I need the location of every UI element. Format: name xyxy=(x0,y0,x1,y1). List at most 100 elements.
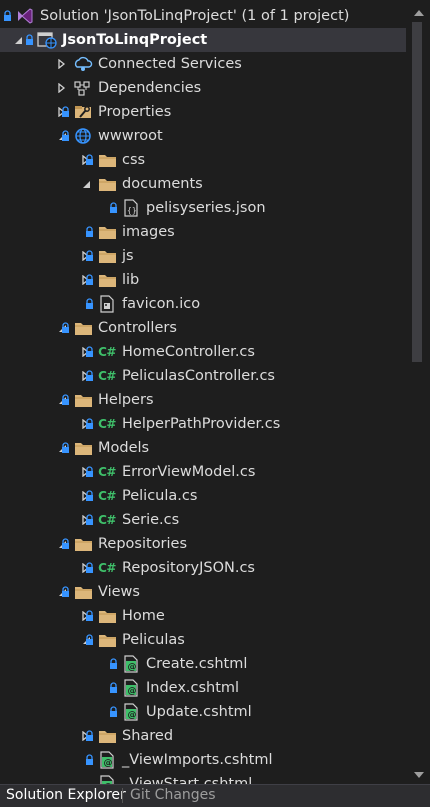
lock-icon xyxy=(84,148,94,172)
tree-item[interactable]: Dependencies xyxy=(0,76,406,100)
svg-text:@: @ xyxy=(104,759,113,769)
tree-item[interactable]: Shared xyxy=(0,724,406,748)
folder-icon xyxy=(96,220,118,244)
tab-solution-explorer[interactable]: Solution Explorer xyxy=(2,785,130,806)
lock-icon xyxy=(2,4,12,28)
lock-icon xyxy=(84,628,94,652)
tree-item-label: PeliculasController.cs xyxy=(122,368,275,384)
tree-item[interactable]: documents xyxy=(0,172,406,196)
tree-item[interactable]: Models xyxy=(0,436,406,460)
web-project-icon xyxy=(36,28,58,52)
tree-item-label: Shared xyxy=(122,728,174,744)
csharp-icon: C# xyxy=(98,561,116,575)
tree-item[interactable]: css xyxy=(0,148,406,172)
razor-file-icon: @ xyxy=(120,700,142,724)
tree-item-label: documents xyxy=(122,176,203,192)
svg-text:@: @ xyxy=(128,663,137,673)
lock-icon xyxy=(60,100,70,124)
tree-item[interactable]: C# Serie.cs xyxy=(0,508,406,532)
tree-item[interactable]: C# RepositoryJSON.cs xyxy=(0,556,406,580)
lock-icon xyxy=(84,484,94,508)
tree-item-label: Models xyxy=(98,440,150,456)
tree-item[interactable]: Controllers xyxy=(0,316,406,340)
tree-item[interactable]: images xyxy=(0,220,406,244)
tree-item[interactable]: Solution 'JsonToLinqProject' (1 of 1 pro… xyxy=(0,4,406,28)
tree-item[interactable]: {} pelisyseries.json xyxy=(0,196,406,220)
csharp-icon: C# xyxy=(98,513,116,527)
tree-item[interactable]: Views xyxy=(0,580,406,604)
json-file-icon: {} xyxy=(120,196,142,220)
tree-item[interactable]: @ _ViewStart.cshtml xyxy=(0,772,406,784)
tree-item-label: Create.cshtml xyxy=(146,656,248,672)
dependencies-icon xyxy=(72,76,94,100)
lock-icon xyxy=(84,244,94,268)
lock-icon xyxy=(84,364,94,388)
tree-item-label: Serie.cs xyxy=(122,512,180,528)
tree-item[interactable]: Peliculas xyxy=(0,628,406,652)
svg-text:{}: {} xyxy=(127,206,137,215)
tab-git-changes[interactable]: Git Changes xyxy=(126,785,220,806)
tree-item[interactable]: C# ErrorViewModel.cs xyxy=(0,460,406,484)
tree-item-label: HomeController.cs xyxy=(122,344,255,360)
tree-item-label: Views xyxy=(98,584,140,600)
connected-services-icon xyxy=(72,52,94,76)
tree-item[interactable]: Helpers xyxy=(0,388,406,412)
tree-item-label: Connected Services xyxy=(98,56,242,72)
tree-item[interactable]: @ Create.cshtml xyxy=(0,652,406,676)
lock-icon xyxy=(84,556,94,580)
collapsed-arrow-icon[interactable] xyxy=(56,52,68,76)
razor-file-icon: @ xyxy=(120,676,142,700)
tree-item-label: Home xyxy=(122,608,165,624)
tree-item[interactable]: wwwroot xyxy=(0,124,406,148)
scroll-up-arrow-icon[interactable] xyxy=(414,10,424,16)
folder-icon xyxy=(96,268,118,292)
tree-item-label: Properties xyxy=(98,104,172,120)
tree-item-label: RepositoryJSON.cs xyxy=(122,560,255,576)
folder-icon xyxy=(72,580,94,604)
tree-item[interactable]: C# HomeController.cs xyxy=(0,340,406,364)
tree-item[interactable]: Home xyxy=(0,604,406,628)
scrollbar-thumb[interactable] xyxy=(412,22,422,362)
razor-file-icon: @ xyxy=(120,652,142,676)
folder-icon xyxy=(96,172,118,196)
tree-item[interactable]: Connected Services xyxy=(0,52,406,76)
expanded-arrow-icon[interactable] xyxy=(12,28,24,52)
tree-item[interactable]: Properties xyxy=(0,100,406,124)
tab-divider xyxy=(122,788,123,803)
solution-tree[interactable]: Solution 'JsonToLinqProject' (1 of 1 pro… xyxy=(0,4,406,784)
tree-item-label: images xyxy=(122,224,175,240)
svg-text:@: @ xyxy=(128,711,137,721)
folder-icon xyxy=(96,244,118,268)
expanded-arrow-icon[interactable] xyxy=(80,172,92,196)
lock-icon xyxy=(108,196,118,220)
tree-item[interactable]: favicon.ico xyxy=(0,292,406,316)
tree-item[interactable]: lib xyxy=(0,268,406,292)
tree-item[interactable]: js xyxy=(0,244,406,268)
tree-item[interactable]: @ Index.cshtml xyxy=(0,676,406,700)
tree-item-label: Index.cshtml xyxy=(146,680,240,696)
folder-icon xyxy=(72,388,94,412)
tree-item[interactable]: Repositories xyxy=(0,532,406,556)
vertical-scrollbar[interactable] xyxy=(406,0,430,786)
tree-item-label: Helpers xyxy=(98,392,154,408)
ico-file-icon xyxy=(96,292,118,316)
tree-item-label: _ViewStart.cshtml xyxy=(122,776,253,784)
tree-item[interactable]: @ Update.cshtml xyxy=(0,700,406,724)
tree-item[interactable]: C# PeliculasController.cs xyxy=(0,364,406,388)
tree-item[interactable]: C# HelperPathProvider.cs xyxy=(0,412,406,436)
tree-item[interactable]: JsonToLinqProject xyxy=(0,28,406,52)
lock-icon xyxy=(60,580,70,604)
csharp-icon: C# xyxy=(98,417,116,431)
scroll-down-arrow-icon[interactable] xyxy=(414,772,424,778)
tree-item[interactable]: @ _ViewImports.cshtml xyxy=(0,748,406,772)
folder-icon xyxy=(96,148,118,172)
tree-item[interactable]: C# Pelicula.cs xyxy=(0,484,406,508)
collapsed-arrow-icon[interactable] xyxy=(56,76,68,100)
tree-item-label: favicon.ico xyxy=(122,296,201,312)
lock-icon xyxy=(60,388,70,412)
lock-icon xyxy=(84,748,94,772)
lock-icon xyxy=(84,340,94,364)
lock-icon xyxy=(108,652,118,676)
solution-icon xyxy=(14,4,36,28)
tree-item-label: _ViewImports.cshtml xyxy=(122,752,273,768)
